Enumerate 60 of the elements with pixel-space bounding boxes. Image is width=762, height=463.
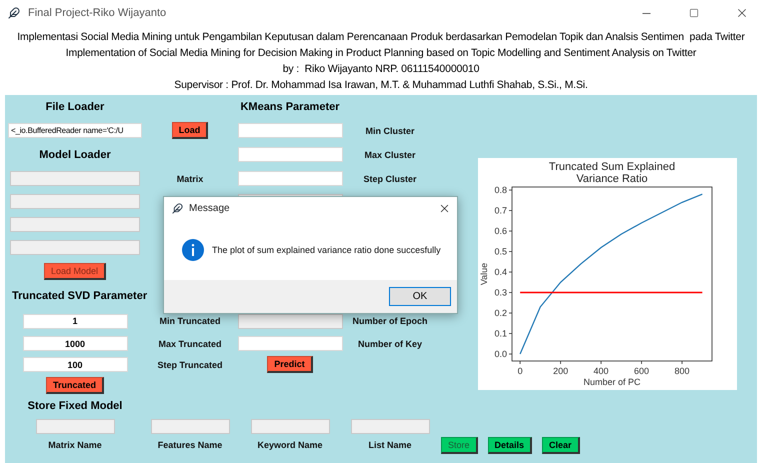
ok-button[interactable]: OK — [389, 287, 451, 306]
tick-label: 400 — [594, 366, 609, 376]
section-heading: Store Fixed Model — [28, 400, 122, 412]
axis-label: Value — [479, 262, 489, 286]
truncated-button[interactable]: Truncated — [46, 376, 104, 394]
tick-label: 600 — [634, 366, 650, 376]
field-label: Max Truncated — [158, 338, 222, 348]
axis-label: Number of PC — [583, 377, 641, 387]
input-field[interactable]: 1000 — [22, 336, 128, 351]
section-heading: File Loader — [46, 101, 104, 113]
field-label: Number of Epoch — [352, 316, 428, 326]
tick-label: 0.0 — [494, 349, 507, 360]
field-label: Keyword Name — [257, 440, 323, 450]
file-path-field[interactable]: <_io.BufferedReader name='C:/U — [8, 123, 142, 138]
tick-label: 0.8 — [494, 185, 507, 196]
feather-icon — [172, 202, 183, 214]
input-field[interactable] — [238, 336, 342, 351]
input-field[interactable]: 100 — [22, 357, 128, 372]
dialog-title: Message — [189, 202, 231, 214]
field-label: Min Cluster — [365, 126, 414, 136]
info-icon — [182, 238, 204, 260]
section-heading: KMeans Parameter — [240, 101, 340, 113]
tick-label: 0.3 — [494, 288, 507, 298]
field-label: Min Truncated — [159, 316, 220, 326]
tick-label: 0 — [518, 366, 523, 376]
tick-label: 0.1 — [494, 328, 507, 339]
header-text: by : Riko Wijayanto NRP. 06111540000010 — [282, 62, 480, 77]
header-text: Implementasi Social Media Mining untuk Pengambilan Keputusan dalam Perencanaan Produk berdasarkan Pemodelan Topik dan Analsis Sentimen pada Twitter — [17, 30, 745, 45]
input-field[interactable] — [238, 123, 342, 138]
load-button[interactable]: Load — [172, 122, 208, 139]
dialog-message: The plot of sum explained variance ratio done succesfully — [212, 244, 441, 254]
input-field[interactable]: 1 — [22, 314, 128, 328]
field-label: Features Name — [158, 440, 222, 450]
header-text: Supervisor : Prof. Dr. Mohammad Isa Irawan, M.T. & Muhammad Luthfi Shahab, S.Si., M.Si. — [174, 78, 588, 93]
predict-button[interactable]: Predict — [267, 356, 313, 373]
field-label: Matrix — [176, 174, 204, 184]
tick-label: 0.5 — [494, 246, 507, 257]
tick-label: 800 — [674, 366, 690, 376]
input-field[interactable] — [238, 147, 342, 162]
tick-label: 200 — [553, 366, 568, 376]
field-label: Step Cluster — [363, 174, 416, 184]
section-heading: Model Loader — [39, 148, 111, 160]
tick-label: 0.6 — [494, 226, 507, 236]
section-heading: Truncated SVD Parameter — [12, 290, 148, 302]
field-label: Max Cluster — [364, 150, 416, 160]
field-label: List Name — [368, 440, 412, 450]
field-label: Step Truncated — [157, 360, 222, 370]
tick-label: 0.7 — [494, 206, 507, 216]
field-label: Number of Key — [358, 338, 422, 348]
header-text: Implementation of Social Media Mining for Decision Making in Product Planning based on Topic Modelling and Sentiment Analysis on Twitter — [66, 46, 696, 61]
window-title: Final Project-Riko Wijayanto — [28, 7, 168, 19]
tick-label: 0.2 — [494, 308, 507, 318]
feather-icon — [8, 7, 20, 19]
chart-title: Truncated Sum Explained Variance Ratio — [548, 161, 676, 185]
maximize-icon[interactable] — [689, 8, 699, 18]
tick-label: 0.4 — [494, 267, 507, 278]
action-button[interactable]: Clear — [542, 436, 580, 454]
action-button[interactable]: Details — [488, 436, 532, 454]
input-field[interactable] — [238, 171, 342, 186]
field-label: Matrix Name — [48, 440, 102, 450]
